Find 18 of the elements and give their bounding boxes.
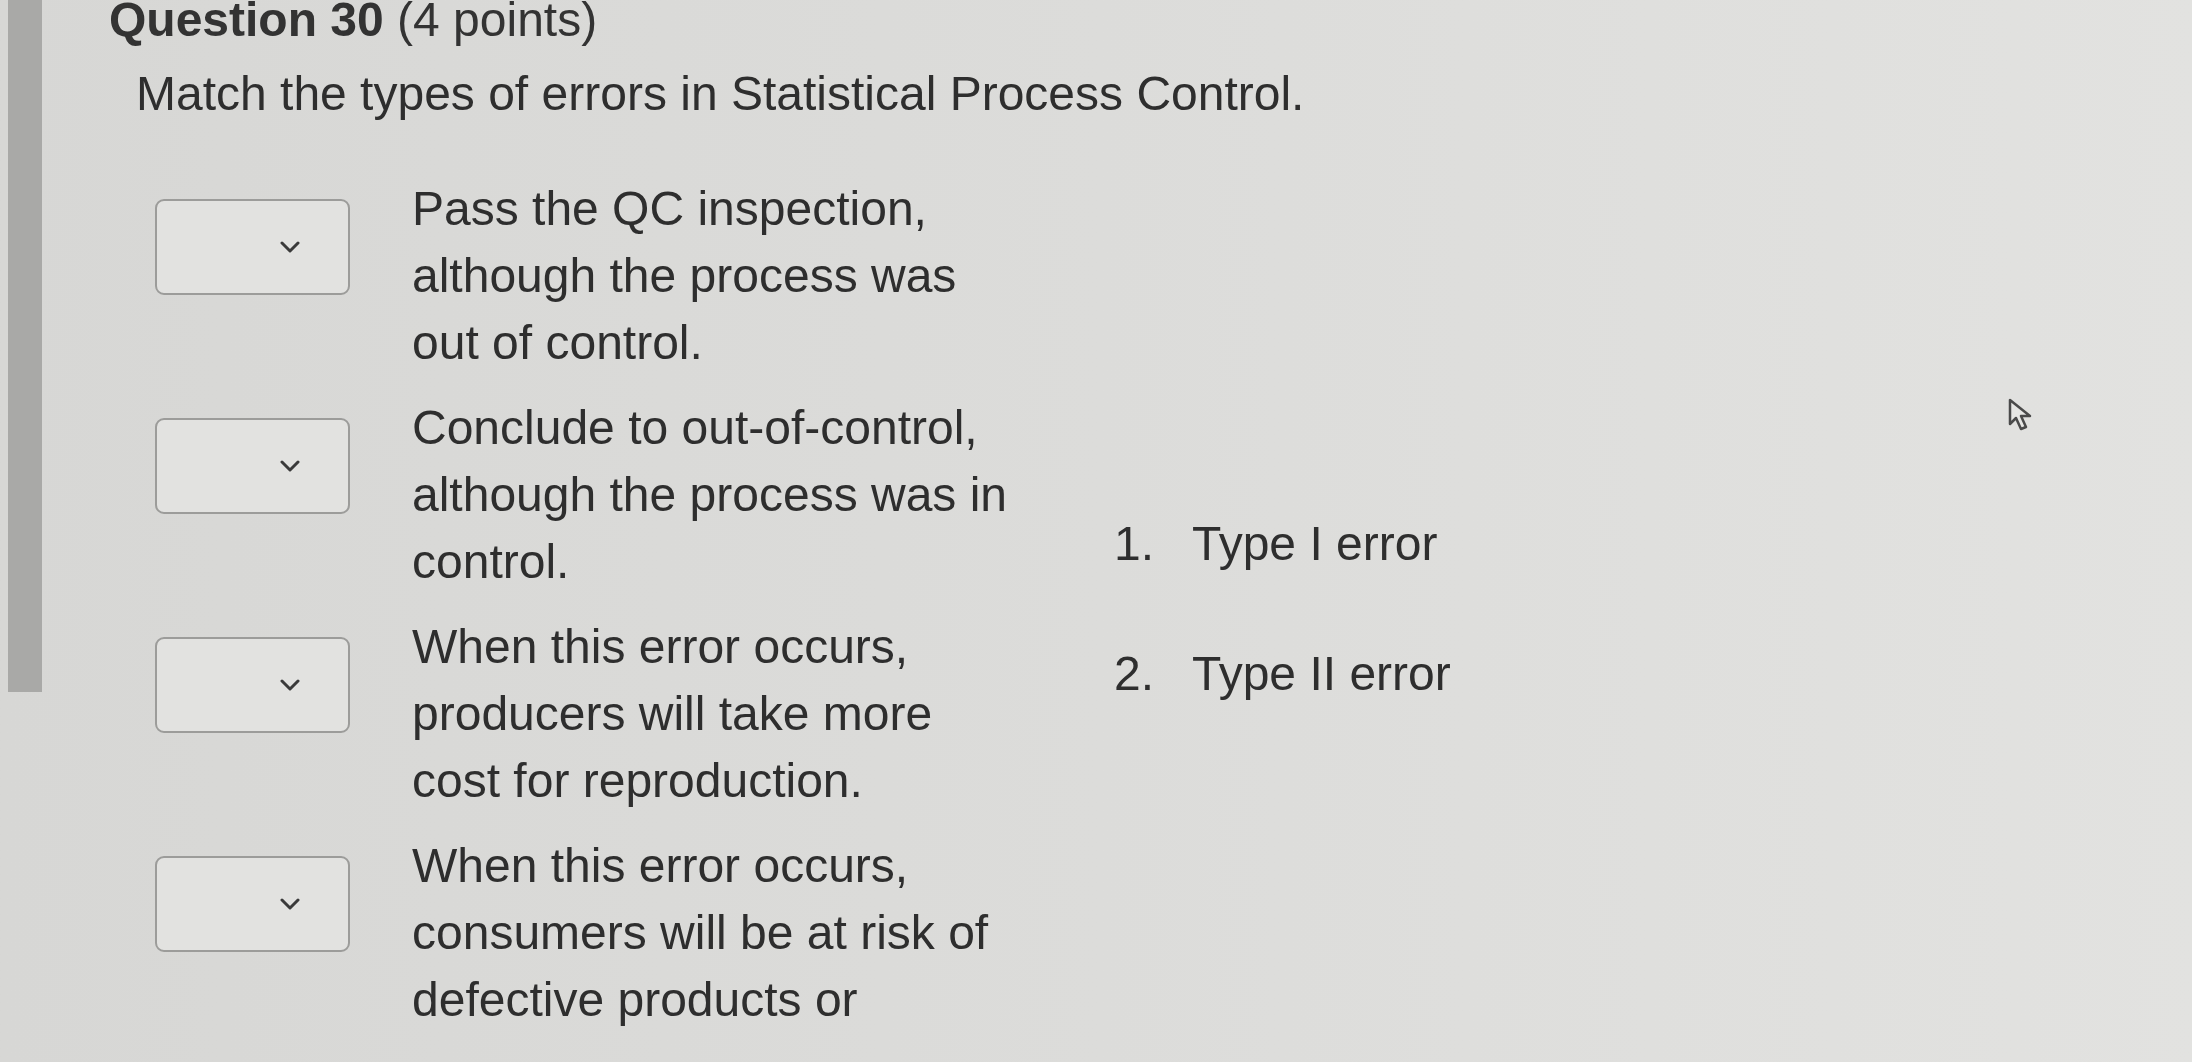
statement-text: Pass the QC inspection, although the process was out of control. [412,181,958,371]
statement-text: When this error occurs, consumers will be at risk of defective products or [412,838,990,1028]
match-dropdown[interactable] [155,418,350,514]
choice-number: 1. [1114,516,1156,572]
statement-text: Conclude to out-of-control, although the process was in control. [412,400,1009,590]
chevron-down-icon [280,898,300,910]
chevron-down-icon [280,679,300,691]
match-dropdown[interactable] [155,856,350,952]
match-dropdown[interactable] [155,637,350,733]
question-prompt: Match the types of errors in Statistical Process Control. [136,66,1306,122]
chevron-down-icon [280,241,300,253]
question-title: Question 30 (4 points) [109,0,599,44]
statement-text: When this error occurs, producers will take more cost for reproduction. [412,619,934,809]
choice-label: Type II error [1192,646,1451,702]
choice-label: Type I error [1192,516,1438,572]
match-dropdown[interactable] [155,199,350,295]
chevron-down-icon [280,460,300,472]
choice-number: 2. [1114,646,1156,702]
